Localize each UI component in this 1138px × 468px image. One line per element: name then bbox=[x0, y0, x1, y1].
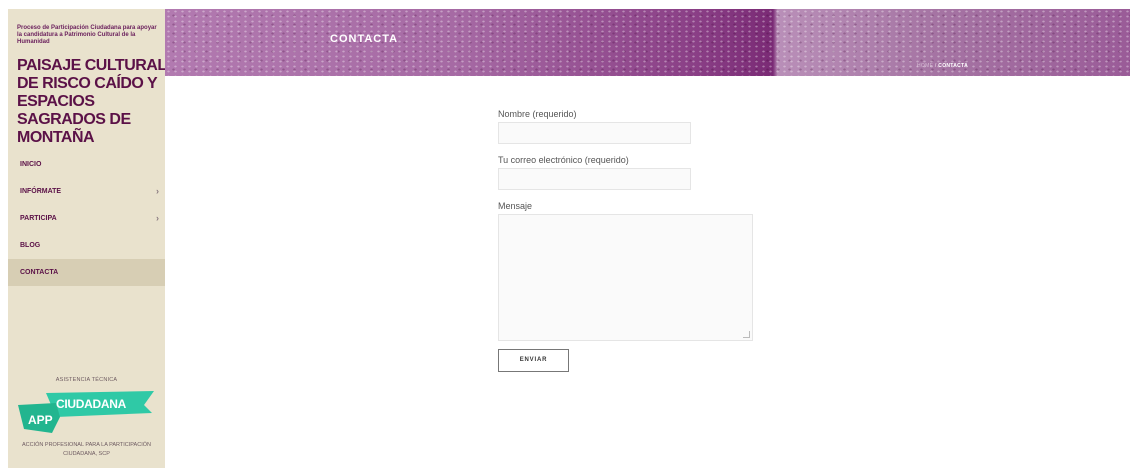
banner-texture bbox=[165, 9, 1130, 76]
email-field[interactable] bbox=[498, 168, 691, 190]
nav-item-label: INICIO bbox=[20, 161, 42, 168]
chevron-right-icon: › bbox=[156, 186, 159, 196]
nav-item-inicio[interactable]: INICIO bbox=[8, 151, 165, 178]
nav-item-label: INFÓRMATE bbox=[20, 188, 62, 195]
resize-handle-icon[interactable] bbox=[743, 331, 750, 338]
message-label: Mensaje bbox=[498, 201, 533, 211]
breadcrumb-current: CONTACTA bbox=[938, 63, 968, 69]
logo-word-app: APP bbox=[28, 413, 53, 427]
email-label: Tu correo electrónico (requerido) bbox=[498, 155, 629, 165]
logo-shape-icon bbox=[18, 391, 154, 433]
sponsor-label: ASISTENCIA TÉCNICA bbox=[55, 377, 118, 383]
nav-item-participa[interactable]: PARTICIPA › bbox=[8, 205, 165, 232]
breadcrumb: HOME / CONTACTA bbox=[917, 63, 968, 69]
site-title[interactable]: PAISAJE CULTURAL DE RISCO CAÍDO Y ESPACI… bbox=[17, 57, 167, 147]
nav-item-label: CONTACTA bbox=[20, 269, 59, 276]
name-field[interactable] bbox=[498, 122, 691, 144]
breadcrumb-home-link[interactable]: HOME bbox=[917, 63, 933, 69]
logo-word-ciudadana: CIUDADANA bbox=[56, 397, 126, 411]
submit-button[interactable]: ENVIAR bbox=[498, 349, 569, 372]
chevron-right-icon: › bbox=[156, 213, 159, 223]
main-nav: INICIO INFÓRMATE › PARTICIPA › BLOG CONT… bbox=[8, 151, 165, 286]
app-ciudadana-logo[interactable]: CIUDADANA APP bbox=[16, 387, 156, 435]
nav-item-blog[interactable]: BLOG bbox=[8, 232, 165, 259]
page-title: CONTACTA bbox=[330, 33, 399, 45]
page-header-banner: CONTACTA HOME / CONTACTA bbox=[165, 9, 1130, 76]
site-intro-text: Proceso de Participación Ciudadana para … bbox=[17, 25, 157, 45]
nav-item-informate[interactable]: INFÓRMATE › bbox=[8, 178, 165, 205]
nav-item-label: BLOG bbox=[20, 242, 41, 249]
nav-item-label: PARTICIPA bbox=[20, 215, 57, 222]
name-label: Nombre (requerido) bbox=[498, 109, 577, 119]
message-textarea[interactable] bbox=[498, 214, 753, 341]
organization-name: ACCIÓN PROFESIONAL PARA LA PARTICIPACIÓN… bbox=[22, 442, 151, 457]
nav-item-contacta[interactable]: CONTACTA bbox=[8, 259, 165, 286]
sidebar: Proceso de Participación Ciudadana para … bbox=[8, 9, 167, 468]
